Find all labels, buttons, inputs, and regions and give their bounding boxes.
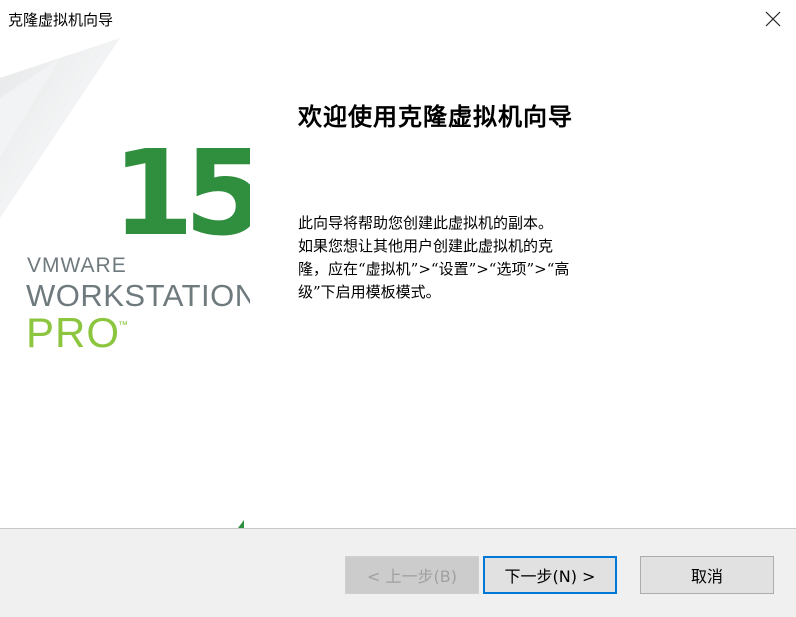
- window-title: 克隆虚拟机向导: [8, 11, 114, 29]
- page-title: 欢迎使用克隆虚拟机向导: [298, 102, 573, 131]
- description-line: 如果您想让其他用户创建此虚拟机的克: [298, 237, 554, 255]
- brand-vmware-label: VMWARE: [27, 254, 127, 277]
- description-text: 此向导将帮助您创建此虚拟机的副本。 如果您想让其他用户创建此虚拟机的克 隆，应在…: [298, 212, 618, 304]
- description-line: 级”下启用模板模式。: [298, 283, 441, 301]
- next-button[interactable]: 下一步(N) >: [483, 556, 617, 594]
- brand-pro-label: PRO: [26, 309, 121, 356]
- description-line: 此向导将帮助您创建此虚拟机的副本。: [298, 214, 554, 232]
- description-line: 隆，应在“虚拟机”>“设置”>“选项”>“高: [298, 260, 570, 278]
- close-icon: [765, 11, 781, 27]
- brand-trademark: ™: [118, 320, 128, 331]
- title-bar: 克隆虚拟机向导: [0, 0, 796, 38]
- back-button[interactable]: < 上一步(B): [345, 556, 479, 594]
- close-button[interactable]: [750, 0, 796, 38]
- product-banner: 15 VMWARE WORKSTATION PRO ™: [0, 38, 250, 528]
- cancel-button[interactable]: 取消: [640, 556, 774, 594]
- brand-version-number: 15: [112, 124, 250, 262]
